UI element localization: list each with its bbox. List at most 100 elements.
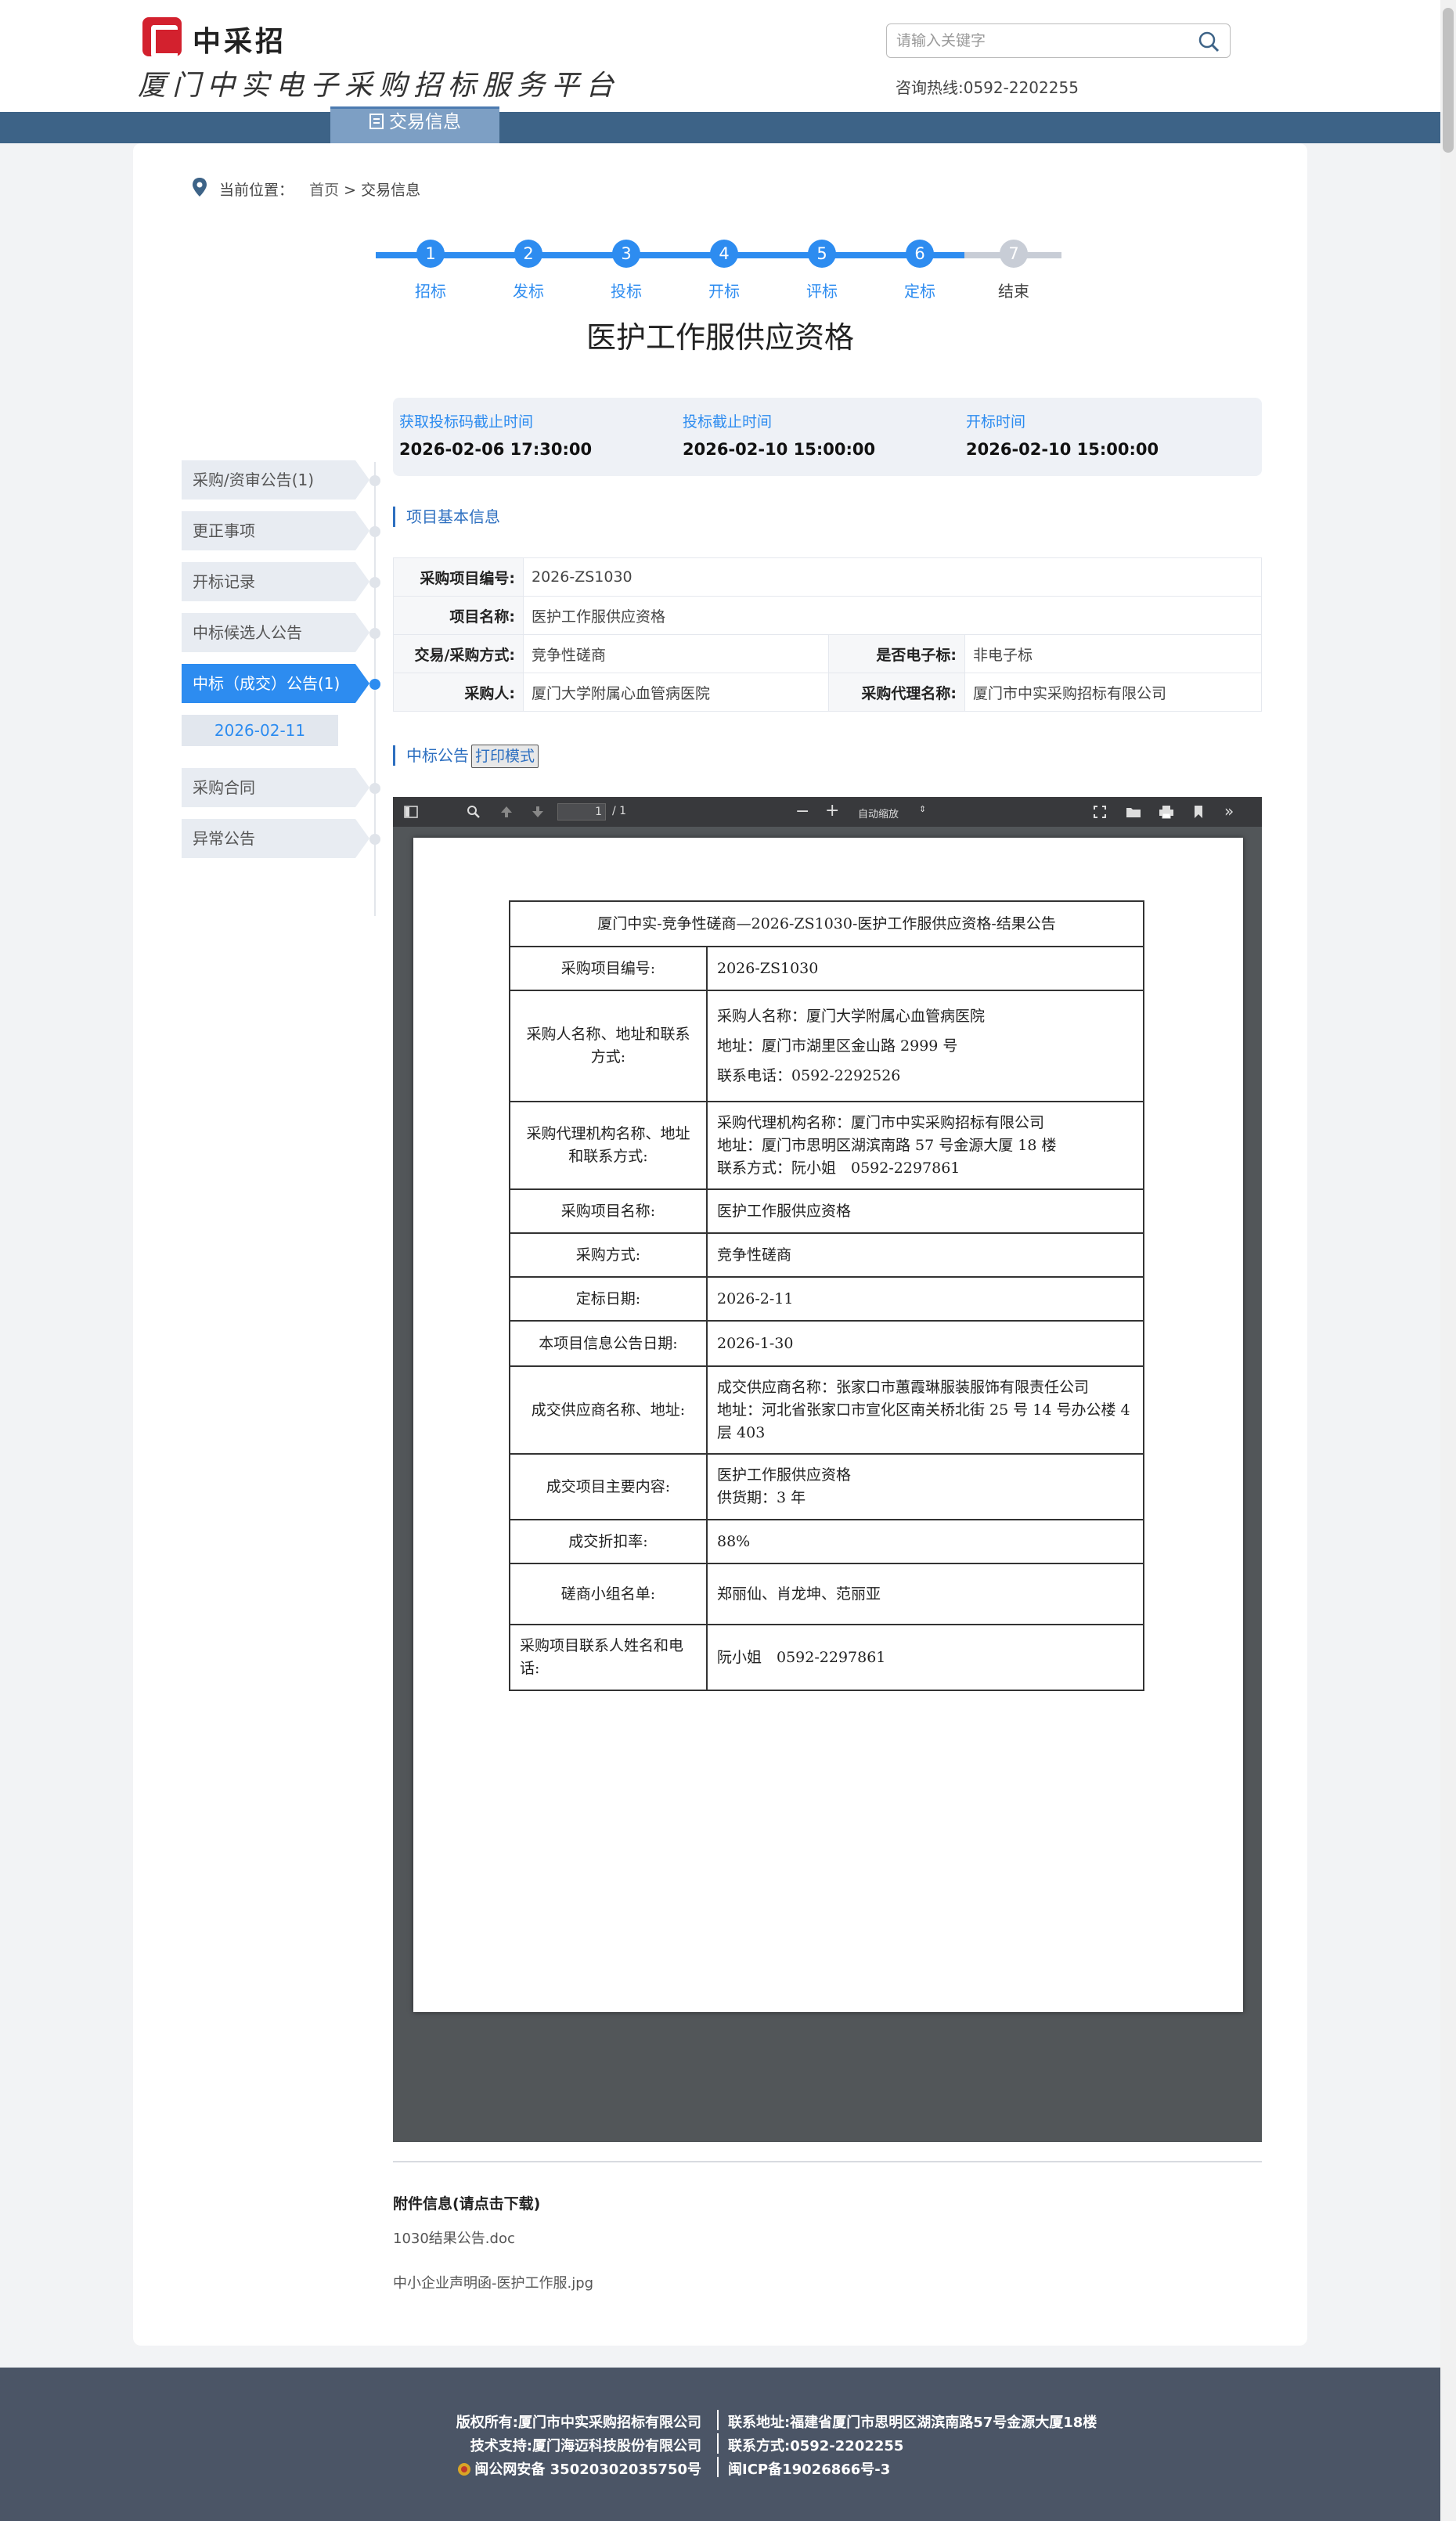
doc-value-line: 供货期：3 年	[717, 1489, 806, 1506]
print-mode-button[interactable]: 打印模式	[471, 745, 539, 768]
page-title: 医护工作服供应资格	[586, 320, 854, 355]
nav-guide[interactable]: 办事指南	[723, 0, 864, 31]
step-6-label[interactable]: 定标	[888, 279, 951, 301]
time-value-opening: 2026-02-10 15:00:00	[966, 440, 1159, 459]
timeline-dot	[369, 526, 380, 537]
basic-info-table: 采购项目编号: 2026-ZS1030 项目名称: 医护工作服供应资格 交易/采…	[393, 557, 1262, 712]
fullscreen-icon[interactable]	[1093, 805, 1107, 819]
breadcrumb: 当前位置： 首页 > 交易信息	[219, 179, 420, 200]
time-label-code-deadline: 获取投标码截止时间	[399, 413, 534, 431]
doc-row-value: 采购人名称：厦门大学附属心血管病医院 地址：厦门市湖里区金山路 2999 号联系电…	[706, 990, 1144, 1102]
step-3-dot: 3	[612, 240, 640, 268]
police-badge-icon	[458, 2463, 471, 2476]
print-icon[interactable]	[1159, 805, 1174, 819]
time-value-bid-deadline: 2026-02-10 15:00:00	[683, 440, 876, 459]
step-3-label[interactable]: 投标	[595, 279, 658, 301]
home-icon	[218, 9, 234, 23]
nav-platform-news[interactable]: 平台动态	[540, 0, 681, 31]
step-5-label[interactable]: 评标	[791, 279, 853, 301]
sidebar-item-contract[interactable]: 采购合同	[182, 768, 369, 807]
zoom-select[interactable]: 自动缩放	[858, 806, 899, 820]
section-divider	[393, 2161, 1262, 2162]
footer-separator	[717, 2457, 719, 2477]
page-down-icon[interactable]	[531, 805, 545, 819]
platform-name: 厦门中实电子采购招标服务平台	[138, 70, 621, 102]
step-4-label[interactable]: 开标	[693, 279, 755, 301]
guide-icon	[748, 7, 762, 23]
step-1-label[interactable]: 招标	[399, 279, 462, 301]
doc-value-line: 2026-ZS1030	[717, 959, 819, 977]
doc-value-line: 竞争性磋商	[717, 1246, 792, 1264]
footer-copyright: 版权所有:厦门市中实采购招标有限公司	[456, 2415, 701, 2431]
attachment-link[interactable]: 1030结果公告.doc	[393, 2227, 515, 2248]
doc-row-key: 成交折扣率:	[509, 1519, 708, 1564]
headset-icon	[1115, 9, 1129, 21]
sidebar-toggle-icon[interactable]	[404, 805, 418, 819]
label-electronic: 是否电子标:	[828, 634, 965, 673]
more-tools-icon[interactable]: »	[1224, 802, 1234, 820]
label-project-name: 项目名称:	[393, 596, 524, 635]
timeline-dot	[369, 628, 380, 639]
sidebar-item-candidate-notice[interactable]: 中标候选人公告	[182, 613, 369, 652]
nav-trade-info[interactable]: 交易信息	[344, 106, 485, 138]
attachment-link[interactable]: 中小企业声明函-医护工作服.jpg	[393, 2272, 593, 2292]
bookmark-icon[interactable]	[1193, 805, 1204, 819]
value-method: 竞争性磋商	[523, 634, 829, 673]
nav-contact[interactable]: 联系我们	[1090, 0, 1231, 31]
footer-icp[interactable]: 闽ICP备19026866号-3	[728, 2458, 890, 2479]
doc-value-line: 地址：厦门市湖里区金山路 2999 号	[717, 1037, 958, 1055]
timeline-dot	[369, 834, 380, 845]
sidebar-item-opening-record[interactable]: 开标记录	[182, 562, 369, 601]
section-award-notice: 中标公告	[393, 745, 469, 766]
find-icon[interactable]	[467, 805, 481, 819]
breadcrumb-home[interactable]: 首页	[309, 182, 339, 199]
zoom-in-icon[interactable]: +	[825, 801, 839, 820]
page-scrollbar-thumb[interactable]	[1443, 8, 1454, 153]
value-project-name: 医护工作服供应资格	[523, 596, 1262, 635]
page-total: / 1	[612, 805, 627, 817]
value-agent: 厦门市中实采购招标有限公司	[964, 673, 1262, 712]
main-nav	[0, 112, 1440, 143]
step-4-dot: 4	[710, 240, 738, 268]
pdf-page: 厦门中实-竞争性磋商—2026-ZS1030-医护工作服供应资格-结果公告 采购…	[413, 838, 1243, 2012]
nav-download[interactable]: 下载中心	[906, 0, 1047, 31]
page-number-input[interactable]: 1	[557, 803, 606, 820]
search-input[interactable]	[896, 31, 1178, 51]
page-scrollbar[interactable]	[1440, 0, 1456, 2521]
breadcrumb-sep: >	[344, 182, 357, 199]
sidebar-item-award-notice[interactable]: 中标（成交）公告(1)	[182, 664, 369, 703]
timeline-dot	[369, 577, 380, 588]
doc-value-line: 采购人名称：厦门大学附属心血管病医院	[717, 1008, 986, 1025]
sidebar-item-procurement-notice[interactable]: 采购/资审公告(1)	[182, 460, 369, 500]
doc-row-key: 采购项目名称:	[509, 1188, 708, 1234]
doc-row-key: 成交项目主要内容:	[509, 1453, 708, 1520]
section-basic-info: 项目基本信息	[393, 507, 500, 527]
label-project-no: 采购项目编号:	[393, 557, 524, 597]
footer-police-record[interactable]: 闽公网安备 35020302035750号	[457, 2458, 701, 2479]
nav-guide-label: 办事指南	[768, 5, 840, 26]
document-icon	[369, 114, 384, 129]
footer-police-text: 闽公网安备 35020302035750号	[474, 2461, 701, 2478]
doc-value-line: 2026-2-11	[717, 1289, 794, 1307]
label-buyer: 采购人:	[393, 673, 524, 712]
zoom-dropdown-icon[interactable]: ⇕	[919, 804, 926, 814]
doc-value-line: 88%	[717, 1532, 751, 1550]
sidebar-item-exception[interactable]: 异常公告	[182, 819, 369, 858]
page-up-icon[interactable]	[499, 805, 514, 819]
open-file-icon[interactable]	[1126, 805, 1141, 819]
sidebar-award-date[interactable]: 2026-02-11	[182, 715, 338, 746]
nav-contact-label: 联系我们	[1135, 5, 1207, 26]
doc-row-value: 郑丽仙、肖龙坤、范丽亚	[706, 1563, 1144, 1625]
step-2-label[interactable]: 发标	[497, 279, 560, 301]
search-icon[interactable]	[1197, 30, 1220, 53]
doc-row-key: 采购项目联系人姓名和电话:	[509, 1624, 708, 1691]
nav-home[interactable]: 首页	[188, 0, 305, 31]
doc-row-value: 阮小姐 0592-2297861	[706, 1624, 1144, 1691]
doc-row-value: 2026-1-30	[706, 1320, 1144, 1367]
zoom-out-icon[interactable]: −	[795, 802, 809, 821]
sidebar-item-corrections[interactable]: 更正事项	[182, 511, 369, 550]
doc-value-line: 联系电话：0592-2292526	[717, 1067, 901, 1084]
label-agent: 采购代理名称:	[828, 673, 965, 712]
doc-row-key: 成交供应商名称、地址:	[509, 1365, 708, 1455]
logo-icon[interactable]	[142, 17, 182, 58]
